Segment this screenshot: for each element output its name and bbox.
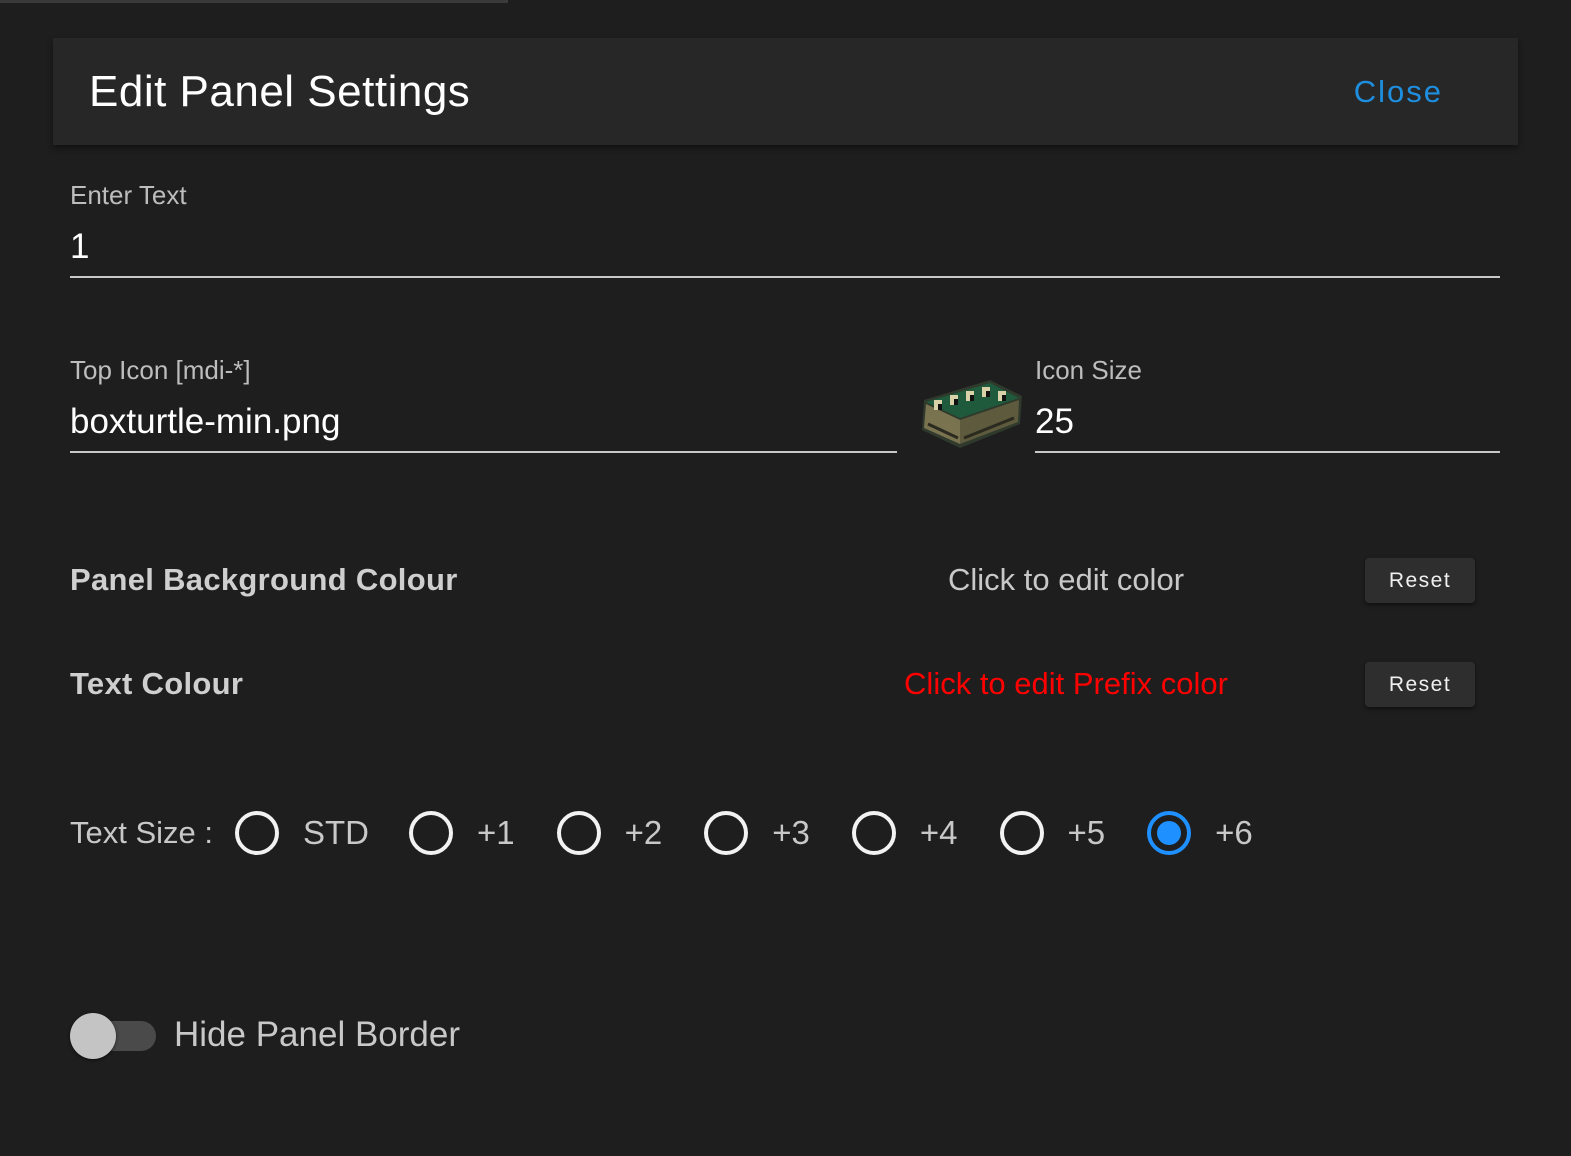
text-size-option-plus3[interactable]: +3 (704, 811, 810, 855)
text-size-option-std[interactable]: STD (235, 811, 369, 855)
reset-background-color-button[interactable]: Reset (1365, 558, 1475, 603)
top-icon-field: Top Icon [mdi-*] (70, 355, 897, 453)
edit-panel-settings-dialog: Edit Panel Settings Close Enter Text Top… (0, 0, 1571, 1156)
top-icon-input[interactable] (70, 402, 897, 442)
text-size-option-label: +2 (624, 814, 663, 851)
radio-circle-icon[interactable] (999, 811, 1044, 855)
icon-size-field: Icon Size (1035, 355, 1500, 453)
text-size-label: Text Size : (70, 815, 213, 850)
radio-circle-icon[interactable] (851, 811, 896, 855)
radio-circle-icon[interactable] (704, 811, 749, 855)
text-size-option-label: +1 (477, 814, 515, 851)
top-icon-label: Top Icon [mdi-*] (70, 355, 251, 385)
hide-panel-border-label: Hide Panel Border (174, 1015, 460, 1054)
text-size-option-plus2[interactable]: +2 (556, 811, 663, 855)
hide-panel-border-toggle[interactable] (70, 1012, 156, 1059)
enter-text-field: Enter Text (70, 180, 1500, 278)
radio-circle-checked-icon[interactable] (1147, 811, 1192, 855)
close-button[interactable]: Close (1354, 74, 1443, 110)
icon-size-label: Icon Size (1035, 355, 1142, 385)
dialog-header: Edit Panel Settings Close (53, 38, 1518, 145)
text-colour-row: Text Colour Click to edit Prefix color R… (70, 660, 1480, 708)
radio-circle-icon[interactable] (235, 811, 279, 855)
text-size-option-plus1[interactable]: +1 (409, 811, 515, 855)
text-size-option-label: +3 (772, 814, 810, 851)
text-size-option-label: +4 (919, 814, 958, 851)
toggle-thumb[interactable] (70, 1013, 116, 1059)
text-size-radio-group: Text Size : STD +1 +2 +3 +4 +5 +6 (70, 808, 1253, 858)
text-size-option-label: +6 (1215, 814, 1253, 851)
text-size-option-plus4[interactable]: +4 (851, 811, 958, 855)
text-colour-label: Text Colour (70, 666, 244, 701)
panel-background-colour-label: Panel Background Colour (70, 562, 458, 597)
enter-text-input[interactable] (70, 227, 1500, 267)
hide-panel-border-row: Hide Panel Border (70, 1010, 460, 1060)
text-size-option-plus5[interactable]: +5 (999, 811, 1106, 855)
boxturtle-image-icon (922, 380, 1022, 448)
icon-size-input[interactable] (1035, 402, 1500, 442)
dialog-title: Edit Panel Settings (89, 66, 471, 116)
text-size-option-plus6[interactable]: +6 (1147, 811, 1253, 855)
text-size-option-label: +5 (1067, 814, 1106, 851)
enter-text-label: Enter Text (70, 180, 187, 210)
edit-text-color-link[interactable]: Click to edit Prefix color (816, 666, 1316, 702)
text-size-option-label: STD (303, 814, 369, 851)
reset-text-color-button[interactable]: Reset (1365, 662, 1475, 707)
radio-circle-icon[interactable] (409, 811, 453, 855)
panel-background-colour-row: Panel Background Colour Click to edit co… (70, 556, 1480, 604)
edit-background-color-link[interactable]: Click to edit color (816, 562, 1316, 598)
radio-circle-icon[interactable] (556, 811, 601, 855)
